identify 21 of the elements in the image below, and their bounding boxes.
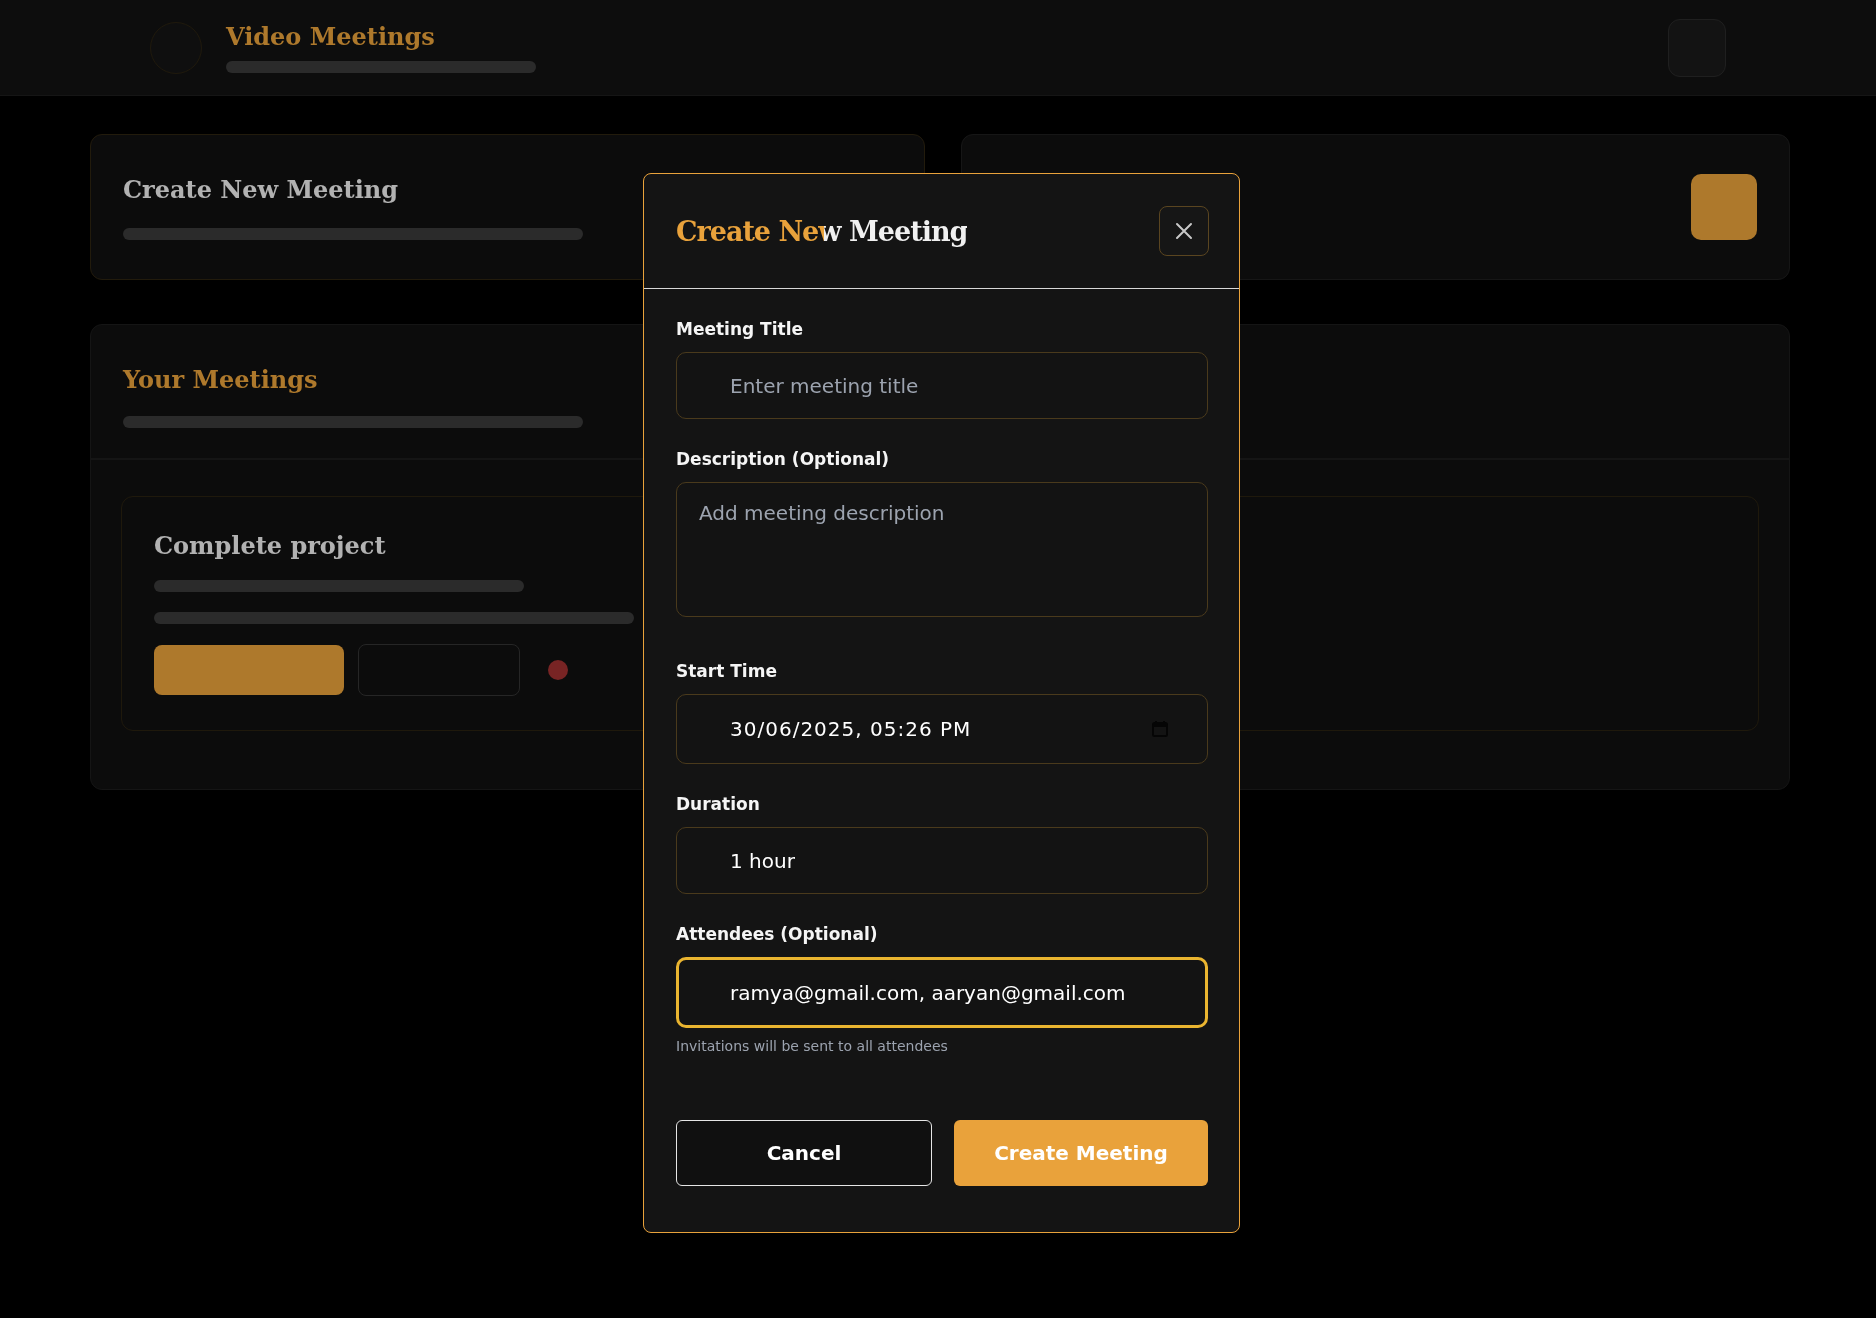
field-label: Description (Optional): [676, 449, 891, 469]
description-field[interactable]: Add meeting description: [676, 482, 1208, 617]
page-title: Video Meetings: [226, 22, 435, 51]
input-field[interactable]: Enter meeting title: [676, 352, 1208, 419]
hint-text: Invitations will be sent to all attendees: [676, 1038, 949, 1054]
join-button[interactable]: [154, 645, 344, 695]
duration-select[interactable]: 1 hour: [676, 827, 1208, 894]
field-label: Attendees (Optional): [676, 924, 879, 944]
copy-button[interactable]: [358, 644, 520, 696]
close-button[interactable]: [1159, 206, 1209, 256]
field-label: Start Time: [676, 661, 778, 681]
card-title: Create New Meeting: [123, 174, 399, 204]
close-icon: [1174, 221, 1194, 241]
video-button[interactable]: [1691, 174, 1757, 240]
field-label: Meeting Title: [676, 319, 805, 339]
input-field[interactable]: ramya@gmail.com, aaryan@gmail.com: [676, 957, 1208, 1028]
cancel-button[interactable]: Cancel: [676, 1120, 932, 1186]
date-time-field[interactable]: 30/06/2025, 05:26 PM: [676, 694, 1208, 764]
meeting-title: Complete project: [154, 531, 386, 560]
field-label: Duration: [676, 794, 761, 814]
section-title: Your Meetings: [123, 365, 318, 394]
